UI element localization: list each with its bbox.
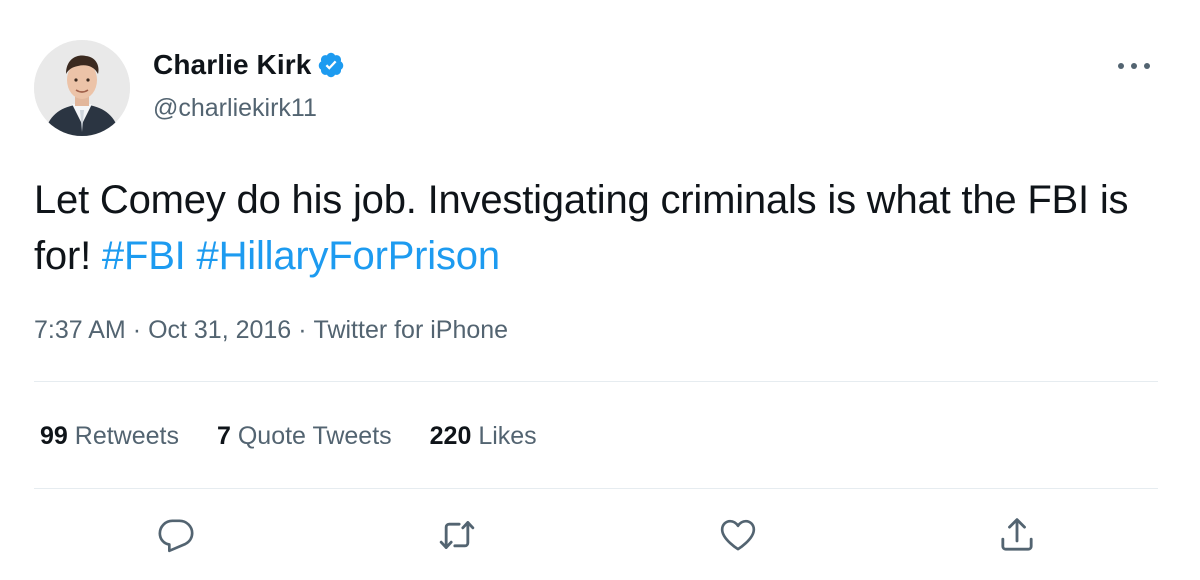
more-options-icon[interactable] [1118, 54, 1150, 78]
tweet-time[interactable]: 7:37 AM [34, 316, 126, 344]
author-handle[interactable]: @charliekirk11 [153, 91, 317, 125]
quote-tweets-label: Quote Tweets [237, 422, 392, 450]
hashtag-hillaryforprison[interactable]: #HillaryForPrison [197, 234, 501, 278]
tweet-meta: 7:37 AM · Oct 31, 2016 · Twitter for iPhone [34, 312, 508, 348]
likes-label: Likes [478, 422, 537, 450]
tweet-text: Let Comey do his job. Investigating crim… [34, 172, 1154, 284]
retweets-label: Retweets [74, 422, 179, 450]
avatar-image [34, 40, 130, 136]
quote-tweets-count: 7 [216, 422, 231, 450]
share-icon[interactable] [997, 515, 1037, 555]
tweet-stats: 99 Retweets 7 Quote Tweets 220 Likes [40, 418, 575, 454]
retweets-count: 99 [40, 422, 68, 450]
retweet-icon[interactable] [437, 515, 477, 555]
tweet-card: Charlie Kirk @charliekirk11 Let Comey do… [0, 0, 1200, 580]
avatar[interactable] [34, 40, 130, 136]
reply-icon[interactable] [156, 515, 196, 555]
more-dot [1131, 63, 1137, 69]
author-name-row: Charlie Kirk [153, 47, 345, 83]
divider [34, 381, 1158, 382]
tweet-source[interactable]: Twitter for iPhone [314, 316, 509, 344]
tweet-date[interactable]: Oct 31, 2016 [148, 316, 291, 344]
display-name[interactable]: Charlie Kirk [153, 47, 311, 83]
more-dot [1118, 63, 1124, 69]
likes-count: 220 [429, 422, 472, 450]
quote-tweets-stat[interactable]: 7 Quote Tweets [217, 418, 392, 454]
likes-stat[interactable]: 220 Likes [430, 418, 537, 454]
heart-icon[interactable] [718, 515, 758, 555]
more-dot [1144, 63, 1150, 69]
verified-badge-icon [317, 51, 345, 79]
hashtag-fbi[interactable]: #FBI [102, 234, 186, 278]
meta-separator: · [132, 316, 142, 344]
meta-separator: · [298, 316, 307, 344]
divider [34, 488, 1158, 489]
retweets-stat[interactable]: 99 Retweets [40, 418, 179, 454]
